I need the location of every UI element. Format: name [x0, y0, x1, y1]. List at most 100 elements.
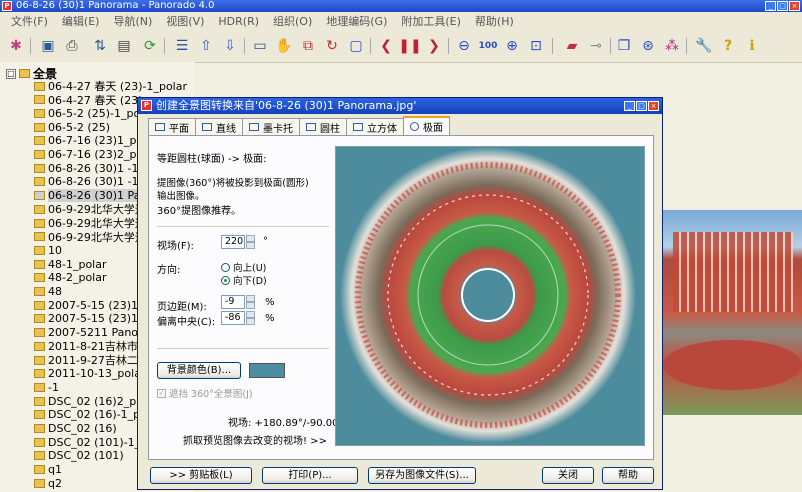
pause-icon[interactable]: ❚❚ [398, 36, 421, 56]
zoom-100-icon[interactable]: 100 [478, 36, 498, 56]
spin-down-icon[interactable] [246, 318, 255, 325]
checkbox-box[interactable]: ✓ [157, 388, 166, 398]
grid-icon[interactable]: ⁂ [662, 36, 682, 56]
tree-item[interactable]: 2011-10-13_polar [34, 367, 145, 381]
tree-item[interactable]: 48-2_polar [34, 271, 107, 285]
polar-preview-image[interactable] [335, 146, 645, 446]
minimize-button[interactable]: _ [765, 1, 776, 11]
close-button[interactable]: × [648, 101, 659, 111]
tab-plane[interactable]: 平面 [148, 118, 196, 135]
toggle-icon[interactable]: ⊸ [586, 36, 606, 56]
menu-help[interactable]: 帮助(H) [468, 13, 521, 29]
windows-icon[interactable]: ❐ [614, 36, 634, 56]
background-color-swatch[interactable] [249, 363, 285, 378]
margin-input[interactable]: -9 [221, 295, 245, 309]
zoom-in-icon[interactable]: ⊕ [502, 36, 522, 56]
open-image-icon[interactable]: ▣ [38, 36, 58, 56]
tab-mercator[interactable]: 墨卡托 [242, 118, 300, 135]
mercator-icon [249, 123, 259, 131]
offset-input[interactable]: -86 [221, 311, 245, 325]
tree-item[interactable]: 06-5-2 (25) [34, 120, 110, 134]
tree-item[interactable]: 10 [34, 243, 62, 257]
offset-spinner[interactable] [246, 311, 255, 325]
down-arrow-icon[interactable]: ⇩ [220, 36, 240, 56]
menu-view[interactable]: 视图(V) [159, 13, 211, 29]
globe-icon[interactable]: ⊛ [638, 36, 658, 56]
tree-item-label: q1 [48, 463, 62, 477]
tree-item-label: DSC_02 (101) [48, 449, 124, 463]
radio-down[interactable]: 向下(D) [221, 273, 267, 287]
previous-icon[interactable]: ❮ [376, 36, 396, 56]
tree-item[interactable]: -1 [34, 380, 59, 394]
menu-tools[interactable]: 附加工具(E) [394, 13, 468, 29]
menu-file[interactable]: 文件(F) [4, 13, 55, 29]
maximize-button[interactable]: □ [636, 101, 647, 111]
menu-navigate[interactable]: 导航(N) [106, 13, 159, 29]
tools-icon[interactable]: 🔧 [694, 36, 714, 56]
margin-spinner[interactable] [246, 295, 255, 309]
tree-item[interactable]: 06-4-27 春天 (23) [34, 93, 143, 107]
spin-down-icon[interactable] [246, 302, 255, 309]
spin-down-icon[interactable] [246, 242, 255, 249]
tab-polar[interactable]: 极面 [403, 116, 450, 135]
menu-hdr[interactable]: HDR(R) [211, 15, 266, 28]
spin-up-icon[interactable] [246, 311, 255, 318]
tree-item[interactable]: 48-1_polar [34, 257, 107, 271]
menu-organize[interactable]: 组织(O) [266, 13, 319, 29]
close-button[interactable]: × [789, 1, 800, 11]
close-dialog-button[interactable]: 关闭 [542, 467, 594, 484]
spin-up-icon[interactable] [246, 235, 255, 242]
fit-window-icon[interactable]: ⊡ [526, 36, 546, 56]
spin-up-icon[interactable] [246, 295, 255, 302]
mask-360-checkbox[interactable]: ✓ 遮挡 360°全景图(J) [157, 386, 253, 400]
refresh-icon[interactable]: ⟳ [140, 36, 160, 56]
folder-icon [34, 341, 45, 351]
up-arrow-icon[interactable]: ⇧ [196, 36, 216, 56]
folder-icon [34, 287, 45, 296]
monitor-icon[interactable]: ▭ [250, 36, 270, 56]
info-icon[interactable]: ℹ [742, 36, 762, 56]
preview-hint: 抓取预览图像去改变的视场! >> [183, 436, 327, 447]
tree-item[interactable]: q1 [34, 463, 62, 477]
help-button[interactable]: 帮助 [602, 467, 654, 484]
print-button[interactable]: 打印(P)... [262, 467, 358, 484]
clipboard-button[interactable]: >> 剪贴板(L) [150, 467, 252, 484]
tab-cylinder[interactable]: 圆柱 [299, 118, 347, 135]
properties-icon[interactable]: ▤ [114, 36, 134, 56]
crop-icon[interactable]: ⧉ [298, 36, 318, 56]
minimize-button[interactable]: _ [624, 101, 635, 111]
tree-item[interactable]: DSC_02 (16) [34, 422, 117, 436]
save-as-image-button[interactable]: 另存为图像文件(S)... [368, 467, 476, 484]
collapse-icon[interactable]: □ [6, 68, 16, 79]
vr-icon[interactable]: ▰ [562, 36, 582, 56]
tree-item[interactable]: DSC_02 (101) [34, 449, 124, 463]
hand-icon[interactable]: ✋ [274, 36, 294, 56]
maximize-button[interactable]: □ [777, 1, 788, 11]
print-icon[interactable]: ⎙ [62, 36, 82, 56]
fov-input[interactable]: 220 [221, 235, 245, 249]
sort-icon[interactable]: ⇅ [90, 36, 110, 56]
tab-rectilinear[interactable]: 直线 [195, 118, 243, 135]
zoom-out-icon[interactable]: ⊖ [454, 36, 474, 56]
tree-item-label: 48 [48, 285, 62, 298]
folder-icon [34, 136, 45, 146]
rotate-icon[interactable]: ↻ [322, 36, 342, 56]
background-color-button[interactable]: 背景颜色(B)... [157, 362, 241, 379]
radio-up[interactable]: 向上(U) [221, 260, 266, 274]
filter-icon[interactable]: ☰ [172, 36, 192, 56]
tree-item[interactable]: 06-9-29北华大学运 [34, 230, 146, 244]
frame-icon[interactable]: ▢ [346, 36, 366, 56]
tree-item[interactable]: q2 [34, 476, 62, 490]
next-icon[interactable]: ❯ [424, 36, 444, 56]
radio-up-dot[interactable] [221, 262, 230, 272]
offset-unit: % [265, 313, 275, 324]
radio-down-dot[interactable] [221, 275, 230, 285]
help-icon[interactable]: ? [718, 36, 738, 56]
tree-item[interactable]: 48 [34, 285, 62, 299]
menu-edit[interactable]: 编辑(E) [55, 13, 107, 29]
fov-spinner[interactable] [246, 235, 255, 249]
tab-cube[interactable]: 立方体 [346, 118, 404, 135]
tree-item[interactable]: 2011-9-27吉林二中 [34, 353, 149, 367]
new-sparkle-icon[interactable]: ✱ [6, 36, 26, 56]
menu-geocode[interactable]: 地理编码(G) [319, 13, 394, 29]
